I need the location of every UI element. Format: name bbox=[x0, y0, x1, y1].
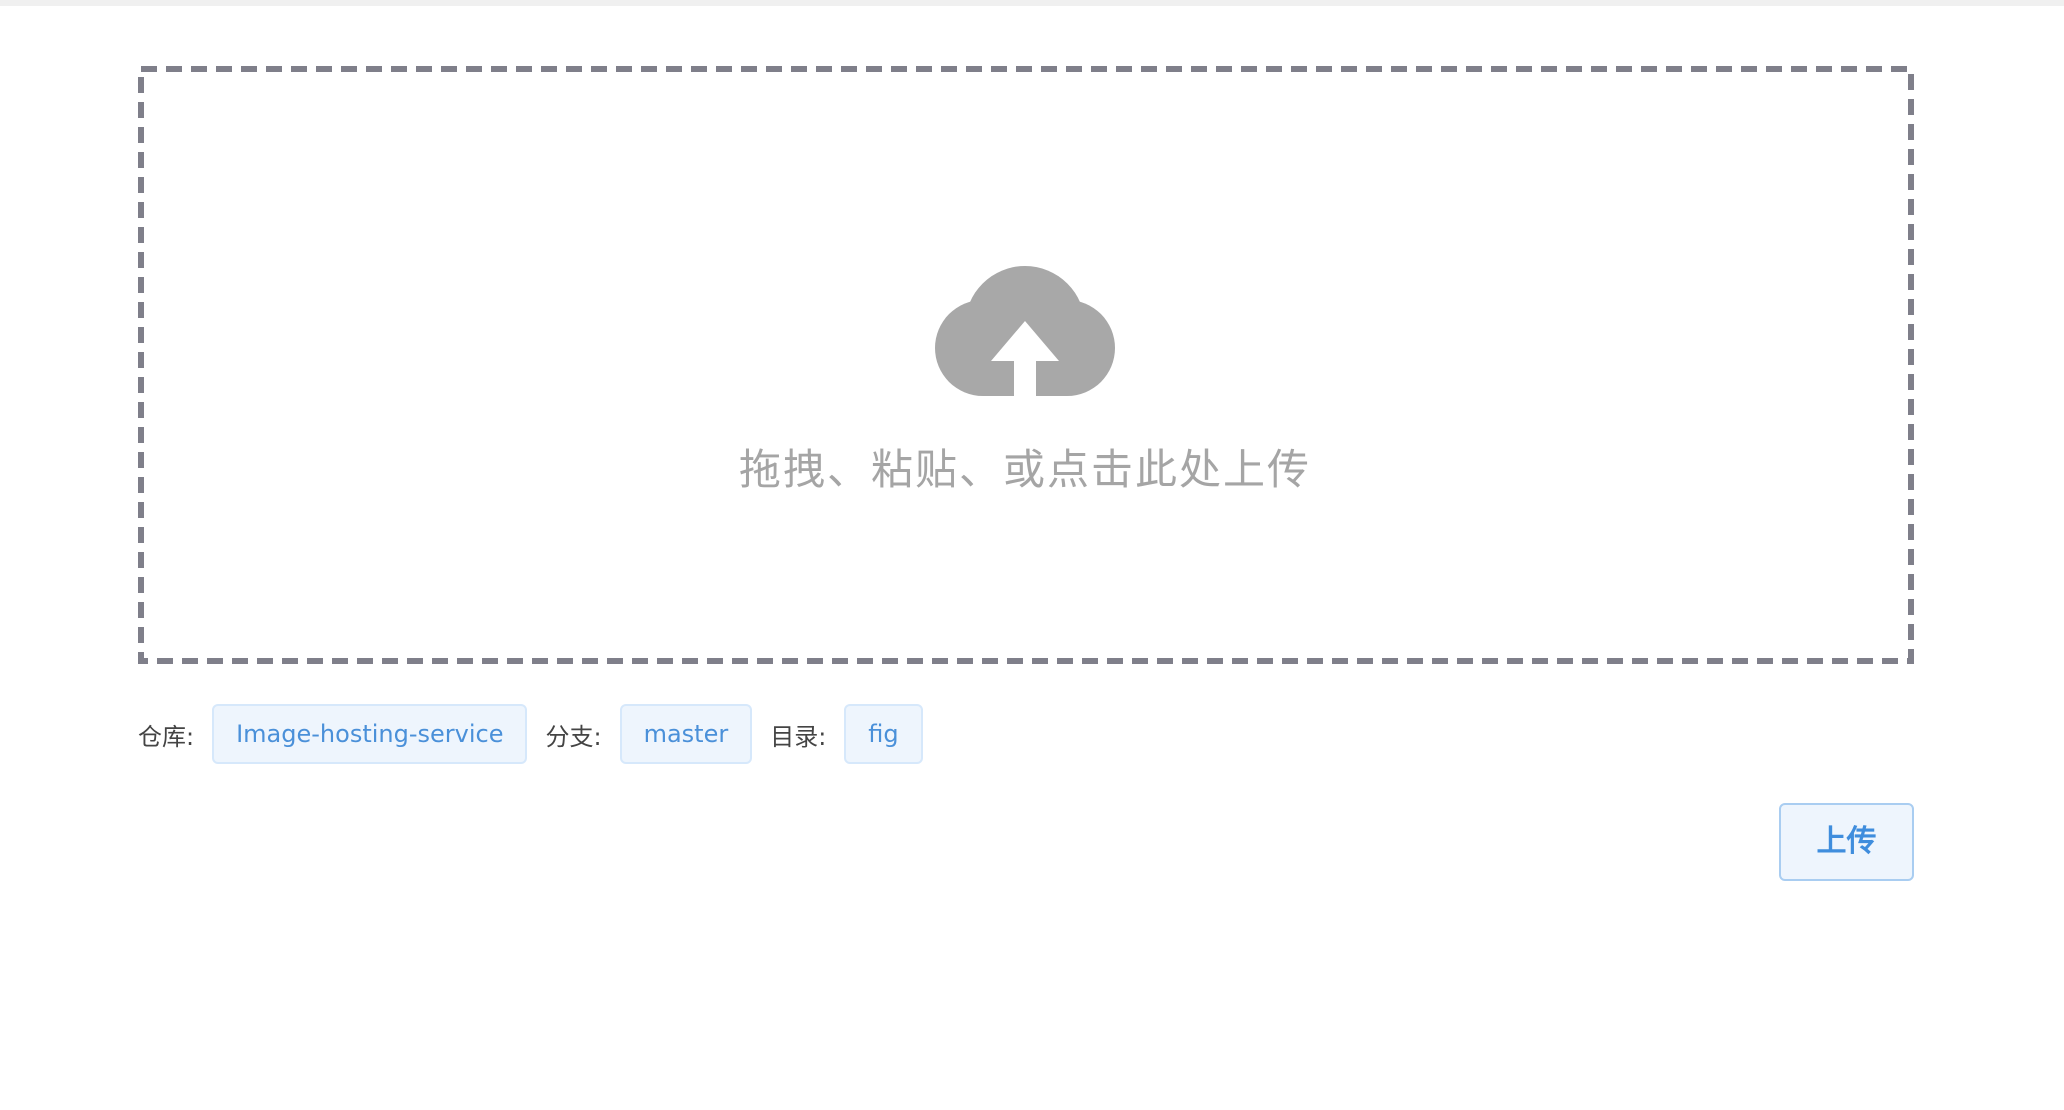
dropzone-hint: 拖拽、粘贴、或点击此处上传 bbox=[738, 445, 1311, 494]
branch-tag: master bbox=[619, 704, 753, 764]
directory-tag: fig bbox=[844, 704, 923, 764]
directory-label: 目录: bbox=[770, 722, 827, 751]
upload-button[interactable]: 上传 bbox=[1779, 803, 1914, 881]
target-info-row: 仓库: Image-hosting-service 分支: master 目录:… bbox=[138, 702, 941, 766]
repo-tag: Image-hosting-service bbox=[212, 704, 528, 764]
branch-label: 分支: bbox=[545, 722, 602, 751]
repo-label: 仓库: bbox=[138, 722, 195, 751]
cloud-upload-icon bbox=[935, 266, 1115, 406]
top-divider bbox=[0, 0, 2064, 6]
